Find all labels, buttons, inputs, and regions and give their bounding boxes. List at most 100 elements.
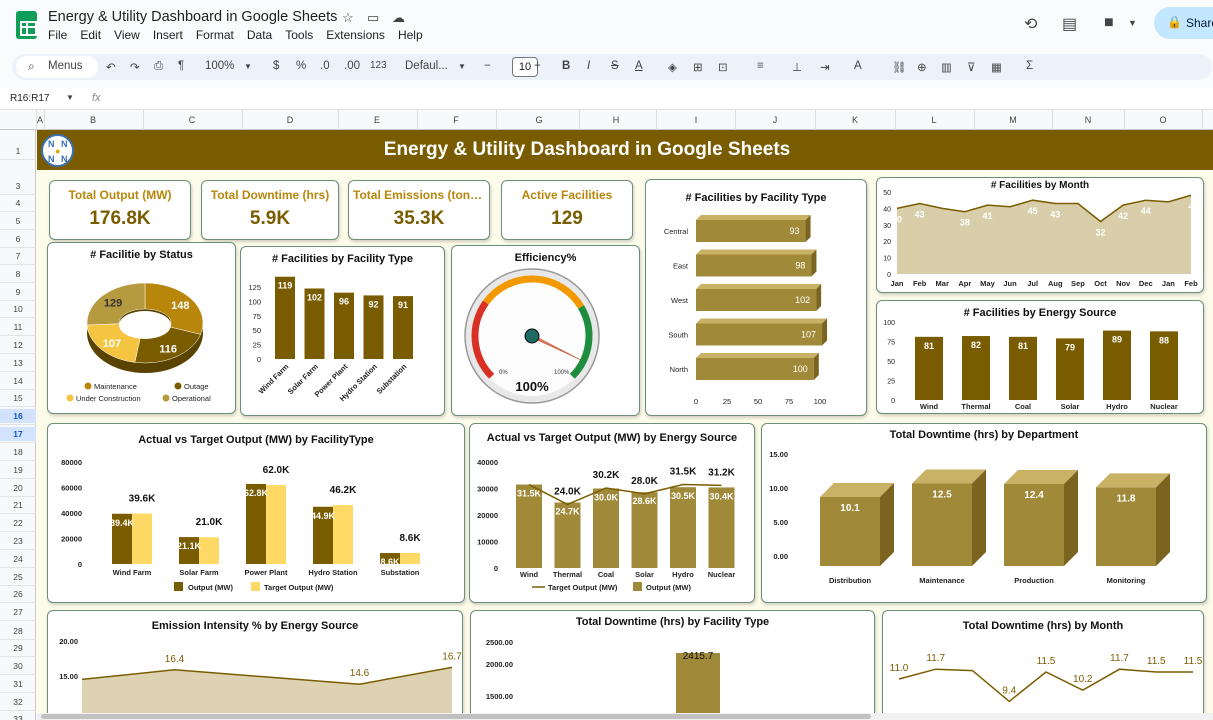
link-icon[interactable]: ⛓ xyxy=(892,60,907,74)
increase-decimal-button[interactable]: .00 xyxy=(344,60,360,72)
column-header-f[interactable]: F xyxy=(450,115,462,125)
column-divider[interactable] xyxy=(1052,110,1053,130)
row-header-8[interactable]: 8 xyxy=(0,267,36,281)
row-header-25[interactable]: 25 xyxy=(0,570,36,584)
row-header-31[interactable]: 31 xyxy=(0,677,36,691)
print-icon[interactable]: ⎙ xyxy=(154,60,163,73)
row-header-4[interactable]: 4 xyxy=(0,196,36,210)
column-divider[interactable] xyxy=(974,110,975,130)
kpi-card-total-downtime[interactable]: Total Downtime (hrs) 5.9K xyxy=(201,180,339,240)
row-header-1[interactable]: 1 xyxy=(0,144,36,158)
percent-button[interactable]: % xyxy=(296,60,306,72)
column-header-n[interactable]: N xyxy=(1082,115,1094,125)
menus-search-input[interactable]: ⌕ Menus xyxy=(16,56,98,78)
chart-card-downtime-department[interactable]: Total Downtime (hrs) by Department 0.00 5… xyxy=(761,423,1207,603)
kpi-card-total-emissions[interactable]: Total Emissions (tons... 35.3K xyxy=(348,180,490,240)
column-divider[interactable] xyxy=(242,110,243,130)
row-header-16[interactable]: 16 xyxy=(0,409,36,423)
menu-item-view[interactable]: View xyxy=(114,28,140,42)
insert-comment-icon[interactable]: ⊕ xyxy=(917,60,927,74)
column-header-g[interactable]: G xyxy=(533,115,545,125)
row-header-14[interactable]: 14 xyxy=(0,374,36,388)
row-header-9[interactable]: 9 xyxy=(0,285,36,299)
scrollbar-thumb[interactable] xyxy=(41,714,871,719)
row-header-19[interactable]: 19 xyxy=(0,463,36,477)
column-divider[interactable] xyxy=(656,110,657,130)
paint-format-icon[interactable]: ¶ xyxy=(178,60,184,72)
decrease-decimal-button[interactable]: .0 xyxy=(320,60,330,72)
chart-card-energy-source[interactable]: # Facilities by Energy Source 0 25 50 75 100… xyxy=(876,300,1204,414)
kpi-card-active-facilities[interactable]: Active Facilities 129 xyxy=(501,180,633,240)
chart-card-actual-vs-target-energy[interactable]: Actual vs Target Output (MW) by Energy S… xyxy=(469,423,755,603)
column-header-m[interactable]: M xyxy=(1007,115,1019,125)
column-header-j[interactable]: J xyxy=(769,115,781,125)
column-divider[interactable] xyxy=(815,110,816,130)
filter-icon[interactable]: ⊽ xyxy=(967,60,975,74)
column-divider[interactable] xyxy=(143,110,144,130)
column-header-e[interactable]: E xyxy=(371,115,383,125)
row-header-30[interactable]: 30 xyxy=(0,659,36,673)
chart-card-downtime-facility-type[interactable]: Total Downtime (hrs) by Facility Type 10… xyxy=(470,610,875,720)
history-icon[interactable]: ⟲ xyxy=(1024,14,1037,34)
row-header-15[interactable]: 15 xyxy=(0,391,36,405)
chart-card-facility-type-column[interactable]: # Facilities by Facility Type 0 25 50 75 100… xyxy=(240,246,445,416)
horizontal-scrollbar[interactable] xyxy=(37,713,1213,720)
italic-icon[interactable]: I xyxy=(587,60,590,72)
menu-item-extensions[interactable]: Extensions xyxy=(326,28,385,42)
cloud-status-icon[interactable]: ☁ xyxy=(392,10,405,26)
align-vertical-icon[interactable]: ⊥ xyxy=(792,60,802,74)
chart-card-status[interactable]: # Facilitie by Status 148 116 107 129 Mainte… xyxy=(47,242,236,414)
row-header-12[interactable]: 12 xyxy=(0,338,36,352)
column-divider[interactable] xyxy=(417,110,418,130)
share-button[interactable]: 🔒 Share xyxy=(1154,7,1213,39)
redo-icon[interactable]: ↷ xyxy=(130,60,140,74)
row-header-22[interactable]: 22 xyxy=(0,516,36,530)
borders-icon[interactable]: ⊞ xyxy=(693,60,703,74)
chart-card-efficiency[interactable]: Efficiency% 0% 100% 100% xyxy=(451,245,640,416)
column-divider[interactable] xyxy=(735,110,736,130)
chart-card-downtime-month[interactable]: Total Downtime (hrs) by Month 11.0 11.7 9.… xyxy=(882,610,1204,720)
menu-item-file[interactable]: File xyxy=(48,28,67,42)
chart-card-emission-intensity[interactable]: Emission Intensity % by Energy Source 15… xyxy=(47,610,463,720)
insert-chart-icon[interactable]: ▥ xyxy=(941,60,952,74)
kpi-card-total-output[interactable]: Total Output (MW) 176.8K xyxy=(49,180,191,240)
font-size-minus-icon[interactable]: − xyxy=(484,60,491,72)
column-divider[interactable] xyxy=(496,110,497,130)
column-header-d[interactable]: D xyxy=(284,115,296,125)
functions-icon[interactable]: Σ xyxy=(1026,60,1033,72)
row-header-20[interactable]: 20 xyxy=(0,481,36,495)
merge-cells-icon[interactable]: ⊡ xyxy=(718,60,728,74)
meet-video-icon[interactable]: ■ xyxy=(1104,14,1114,32)
text-wrap-icon[interactable]: ⇥ xyxy=(820,60,830,74)
menu-item-format[interactable]: Format xyxy=(196,28,234,42)
filter-views-icon[interactable]: ▦ xyxy=(991,60,1002,74)
row-header-18[interactable]: 18 xyxy=(0,445,36,459)
chart-card-actual-vs-target-type[interactable]: Actual vs Target Output (MW) by Facility… xyxy=(47,423,465,603)
column-divider[interactable] xyxy=(1202,110,1203,130)
row-header-26[interactable]: 26 xyxy=(0,587,36,601)
column-header-c[interactable]: C xyxy=(186,115,198,125)
row-header-21[interactable]: 21 xyxy=(0,498,36,512)
chevron-down-icon[interactable]: ▼ xyxy=(1128,18,1137,28)
column-header-l[interactable]: L xyxy=(928,115,940,125)
document-title[interactable]: Energy & Utility Dashboard in Google She… xyxy=(48,9,337,25)
row-header-32[interactable]: 32 xyxy=(0,695,36,709)
row-header-5[interactable]: 5 xyxy=(0,214,36,228)
row-header-7[interactable]: 7 xyxy=(0,249,36,263)
chart-card-facility-type-bar[interactable]: # Facilities by Facility Type Central 93 E… xyxy=(645,179,867,416)
fill-color-icon[interactable]: ◈ xyxy=(668,60,677,74)
zoom-caret-icon[interactable]: ▼ xyxy=(244,62,252,71)
name-box-caret-icon[interactable]: ▼ xyxy=(66,93,74,102)
align-horizontal-icon[interactable]: ≡ xyxy=(757,60,764,72)
row-header-28[interactable]: 28 xyxy=(0,624,36,638)
row-header-27[interactable]: 27 xyxy=(0,605,36,619)
column-header-a[interactable]: A xyxy=(34,115,46,125)
column-divider[interactable] xyxy=(895,110,896,130)
column-header-o[interactable]: O xyxy=(1157,115,1169,125)
number-format-button[interactable]: 123 xyxy=(370,60,387,71)
menu-item-help[interactable]: Help xyxy=(398,28,423,42)
column-header-h[interactable]: H xyxy=(610,115,622,125)
row-header-3[interactable]: 3 xyxy=(0,179,36,193)
row-header-11[interactable]: 11 xyxy=(0,320,36,334)
column-header-k[interactable]: K xyxy=(849,115,861,125)
